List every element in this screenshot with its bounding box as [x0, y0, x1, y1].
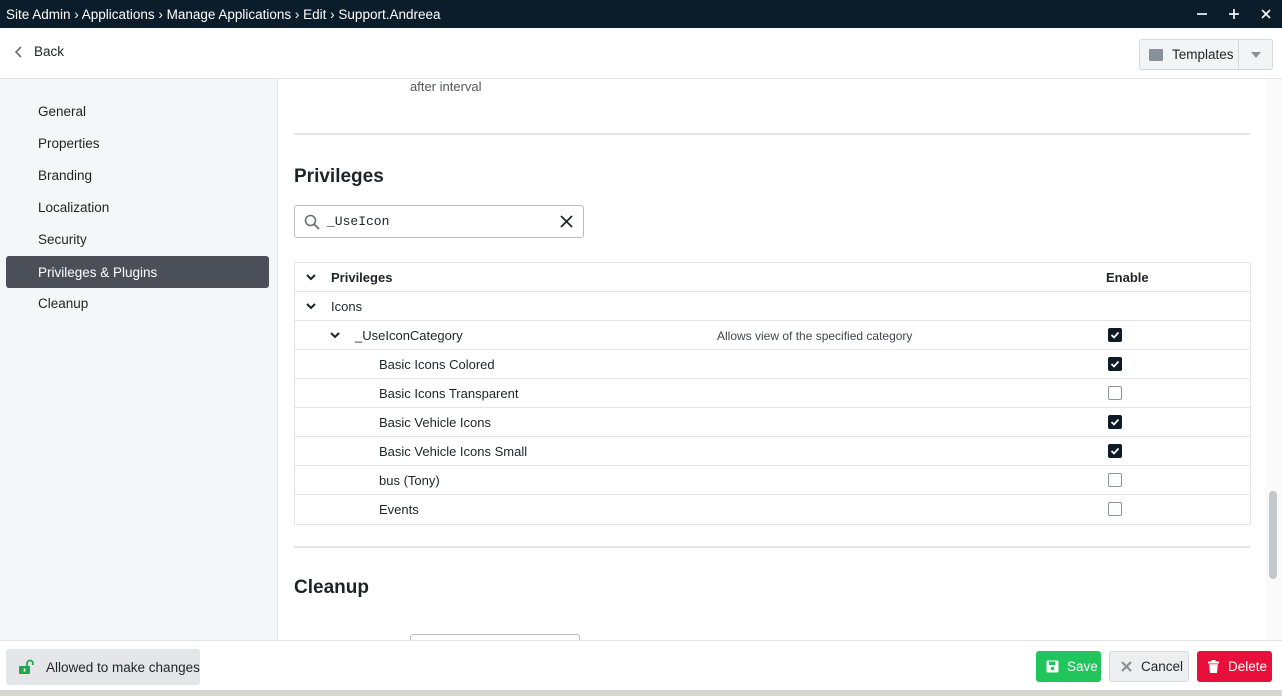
chevron-down-icon[interactable]: [329, 329, 341, 341]
search-icon: [304, 214, 320, 230]
main-content: after interval Privileges Privileges Ena…: [278, 79, 1266, 640]
sidebar-item-localization[interactable]: Localization: [6, 191, 269, 223]
back-label: Back: [34, 44, 65, 59]
privileges-search-field[interactable]: [294, 205, 584, 238]
category-row: _UseIconCategory Allows view of the spec…: [295, 321, 1250, 350]
trash-icon: [1208, 660, 1219, 673]
chevron-left-icon: [14, 45, 22, 58]
category-checkbox[interactable]: [1108, 328, 1122, 342]
background-strip: [0, 690, 1282, 696]
title-bar: Site Admin › Applications › Manage Appli…: [0, 0, 1282, 28]
templates-button[interactable]: Templates: [1140, 40, 1239, 69]
templates-split-button: Templates: [1139, 39, 1273, 70]
delete-button[interactable]: Delete: [1197, 651, 1272, 682]
privileges-table: Privileges Enable Icons _UseIconCategory…: [294, 262, 1251, 525]
privilege-row: Basic Vehicle Icons Small: [295, 437, 1250, 466]
chevron-down-icon[interactable]: [305, 271, 317, 283]
maximize-icon[interactable]: [1218, 0, 1250, 28]
privileges-table-header: Privileges Enable: [295, 263, 1250, 292]
sidebar-item-branding[interactable]: Branding: [6, 159, 269, 191]
privileges-section-title: Privileges: [294, 166, 384, 187]
cancel-button[interactable]: Cancel: [1109, 651, 1189, 682]
category-description: Allows view of the specified category: [717, 329, 913, 343]
sidebar-item-cleanup[interactable]: Cleanup: [6, 287, 269, 319]
templates-dropdown-button[interactable]: [1239, 40, 1272, 69]
group-row-icons: Icons: [295, 292, 1250, 321]
privileges-search-input[interactable]: [327, 214, 547, 229]
caret-down-icon: [1250, 51, 1261, 58]
privilege-row: Basic Vehicle Icons: [295, 408, 1250, 437]
privilege-label: Basic Vehicle Icons Small: [379, 444, 528, 459]
sidebar-item-security[interactable]: Security: [6, 223, 269, 255]
sidebar-item-privileges-plugins[interactable]: Privileges & Plugins: [6, 256, 269, 288]
floppy-disk-icon: [1046, 660, 1059, 673]
status-label: Allowed to make changes: [46, 659, 200, 675]
templates-label: Templates: [1172, 47, 1234, 62]
privilege-checkbox[interactable]: [1108, 444, 1122, 458]
template-icon: [1149, 48, 1163, 61]
checkmark-icon: [1110, 418, 1120, 426]
vertical-scrollbar[interactable]: [1266, 79, 1282, 640]
clear-search-icon[interactable]: [559, 214, 574, 229]
close-icon[interactable]: [1250, 0, 1282, 28]
previous-section-text: after interval: [410, 79, 482, 94]
toolbar: Back Templates: [0, 28, 1282, 79]
scrollbar-thumb[interactable]: [1269, 491, 1277, 579]
privilege-row: Basic Icons Colored: [295, 350, 1250, 379]
sidebar-item-general[interactable]: General: [6, 95, 269, 127]
privilege-label: Basic Vehicle Icons: [379, 415, 492, 430]
privilege-row: Events: [295, 495, 1250, 524]
privilege-label: bus (Tony): [379, 473, 440, 488]
breadcrumb: Site Admin › Applications › Manage Appli…: [6, 6, 441, 22]
privilege-checkbox[interactable]: [1108, 473, 1122, 487]
checkmark-icon: [1110, 447, 1120, 455]
section-divider: [294, 133, 1250, 135]
privilege-row: bus (Tony): [295, 466, 1250, 495]
back-button[interactable]: Back: [14, 44, 64, 59]
sidebar-item-properties[interactable]: Properties: [6, 127, 269, 159]
footer-bar: Allowed to make changes Save Cancel Dele…: [0, 640, 1282, 690]
privilege-label: Basic Icons Colored: [379, 357, 495, 372]
cancel-label: Cancel: [1141, 659, 1184, 674]
privilege-checkbox[interactable]: [1108, 415, 1122, 429]
privilege-row: Basic Icons Transparent: [295, 379, 1250, 408]
save-button[interactable]: Save: [1036, 651, 1101, 682]
delete-label: Delete: [1228, 659, 1268, 674]
group-label: Icons: [331, 299, 363, 314]
category-label: _UseIconCategory: [355, 328, 463, 343]
privilege-checkbox[interactable]: [1108, 502, 1122, 516]
privilege-checkbox[interactable]: [1108, 357, 1122, 371]
checkmark-icon: [1110, 360, 1120, 368]
enable-column-header: Enable: [1106, 270, 1149, 285]
checkmark-icon: [1110, 331, 1120, 339]
minimize-icon[interactable]: [1186, 0, 1218, 28]
privileges-column-header: Privileges: [331, 270, 393, 285]
sidebar: General Properties Branding Localization…: [0, 79, 278, 640]
cleanup-section-title: Cleanup: [294, 577, 369, 598]
unlock-icon: [19, 659, 34, 674]
privilege-label: Events: [379, 502, 419, 517]
save-label: Save: [1067, 659, 1098, 674]
privilege-checkbox[interactable]: [1108, 386, 1122, 400]
edit-permission-status: Allowed to make changes: [6, 649, 200, 685]
section-divider: [294, 546, 1250, 548]
close-icon: [1121, 661, 1132, 672]
chevron-down-icon[interactable]: [305, 300, 317, 312]
window-controls: [1186, 0, 1282, 28]
privilege-label: Basic Icons Transparent: [379, 386, 519, 401]
